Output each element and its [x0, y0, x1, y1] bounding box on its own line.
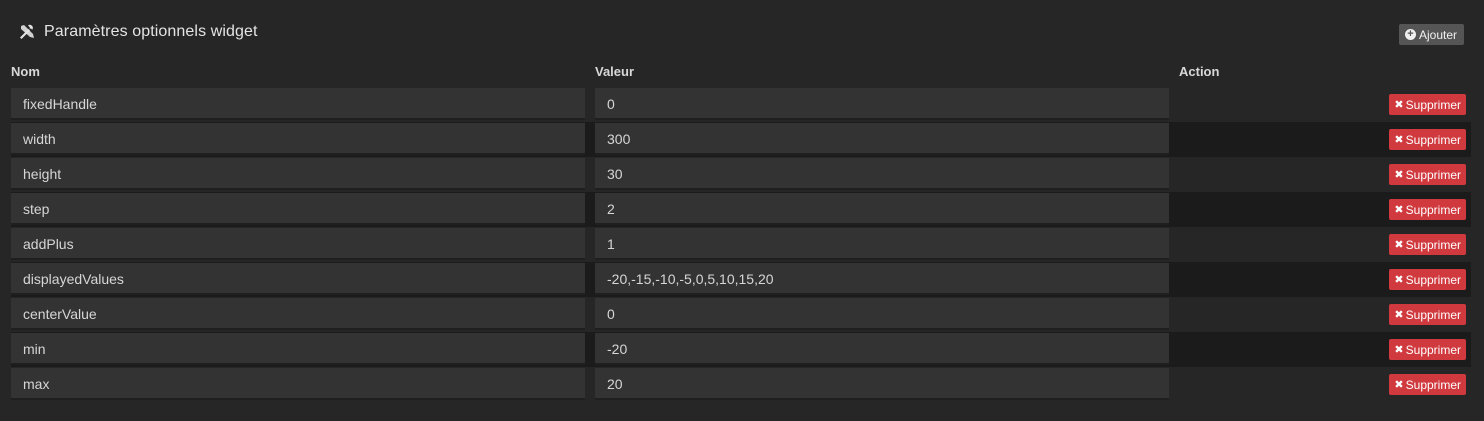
parameter-value-input[interactable]: 0	[595, 88, 1169, 120]
delete-button-label: Supprimer	[1405, 342, 1461, 357]
parameter-name-input[interactable]: width	[11, 123, 585, 155]
delete-button-label: Supprimer	[1405, 97, 1461, 112]
delete-button[interactable]: ✖ Supprimer	[1389, 199, 1466, 220]
add-button-label: Ajouter	[1418, 27, 1457, 42]
delete-button[interactable]: ✖ Supprimer	[1389, 94, 1466, 115]
parameter-table: fixedHandle 0 ✖ Supprimer width 300 ✖ Supprimer…	[11, 87, 1471, 402]
plus-circle-icon: +	[1404, 29, 1416, 40]
parameter-value-input[interactable]: 300	[595, 123, 1169, 155]
close-icon: ✖	[1394, 99, 1404, 111]
delete-button[interactable]: ✖ Supprimer	[1389, 374, 1466, 395]
optional-parameters-panel: Paramètres optionnels widget + Ajouter N…	[0, 0, 1484, 421]
close-icon: ✖	[1394, 344, 1404, 356]
delete-button-label: Supprimer	[1405, 167, 1461, 182]
parameter-value-input[interactable]: 0	[595, 298, 1169, 330]
table-row: displayedValues -20,-15,-10,-5,0,5,10,15,…	[11, 262, 1471, 297]
parameter-name-input[interactable]: centerValue	[11, 298, 585, 330]
delete-button-label: Supprimer	[1405, 202, 1461, 217]
delete-button[interactable]: ✖ Supprimer	[1389, 129, 1466, 150]
delete-button[interactable]: ✖ Supprimer	[1389, 339, 1466, 360]
parameter-name-input[interactable]: step	[11, 193, 585, 225]
column-header-name: Nom	[11, 64, 40, 79]
table-row: width 300 ✖ Supprimer	[11, 122, 1471, 157]
table-row: addPlus 1 ✖ Supprimer	[11, 227, 1471, 262]
parameter-value-input[interactable]: -20,-15,-10,-5,0,5,10,15,20	[595, 263, 1169, 295]
parameter-value-input[interactable]: 1	[595, 228, 1169, 260]
parameter-value-input[interactable]: 2	[595, 193, 1169, 225]
delete-button-label: Supprimer	[1405, 272, 1461, 287]
close-icon: ✖	[1394, 204, 1404, 216]
table-row: centerValue 0 ✖ Supprimer	[11, 297, 1471, 332]
parameter-name-input[interactable]: min	[11, 333, 585, 365]
parameter-name-input[interactable]: displayedValues	[11, 263, 585, 295]
parameter-name-input[interactable]: max	[11, 368, 585, 400]
close-icon: ✖	[1394, 239, 1404, 251]
parameter-value-input[interactable]: 20	[595, 368, 1169, 400]
parameter-name-input[interactable]: addPlus	[11, 228, 585, 260]
table-row: max 20 ✖ Supprimer	[11, 367, 1471, 402]
close-icon: ✖	[1394, 274, 1404, 286]
panel-header: Paramètres optionnels widget	[18, 20, 258, 44]
close-icon: ✖	[1394, 134, 1404, 146]
close-icon: ✖	[1394, 379, 1404, 391]
table-header: Nom Valeur Action	[0, 64, 1484, 82]
column-header-value: Valeur	[595, 64, 635, 79]
parameter-value-input[interactable]: -20	[595, 333, 1169, 365]
tools-icon	[18, 23, 36, 41]
column-header-action: Action	[1179, 64, 1220, 79]
delete-button[interactable]: ✖ Supprimer	[1389, 234, 1466, 255]
table-row: fixedHandle 0 ✖ Supprimer	[11, 87, 1471, 122]
table-row: step 2 ✖ Supprimer	[11, 192, 1471, 227]
close-icon: ✖	[1394, 309, 1404, 321]
close-icon: ✖	[1394, 169, 1404, 181]
delete-button-label: Supprimer	[1405, 132, 1461, 147]
delete-button[interactable]: ✖ Supprimer	[1389, 304, 1466, 325]
delete-button-label: Supprimer	[1405, 377, 1461, 392]
delete-button-label: Supprimer	[1405, 307, 1461, 322]
panel-title: Paramètres optionnels widget	[44, 23, 258, 40]
add-button[interactable]: + Ajouter	[1398, 24, 1464, 45]
parameter-value-input[interactable]: 30	[595, 158, 1169, 190]
delete-button[interactable]: ✖ Supprimer	[1389, 164, 1466, 185]
parameter-name-input[interactable]: height	[11, 158, 585, 190]
delete-button[interactable]: ✖ Supprimer	[1389, 269, 1466, 290]
table-row: height 30 ✖ Supprimer	[11, 157, 1471, 192]
parameter-name-input[interactable]: fixedHandle	[11, 88, 585, 120]
delete-button-label: Supprimer	[1405, 237, 1461, 252]
table-row: min -20 ✖ Supprimer	[11, 332, 1471, 367]
